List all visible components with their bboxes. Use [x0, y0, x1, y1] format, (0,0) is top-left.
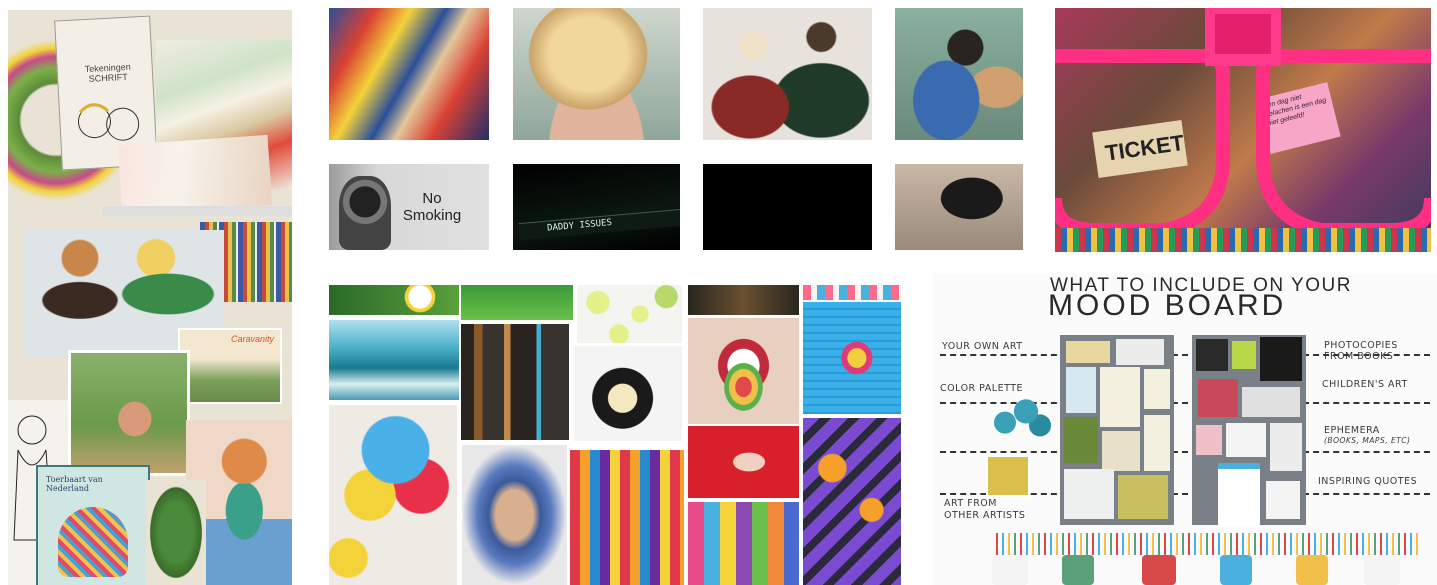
- guide-line-3: [940, 451, 1430, 453]
- infographic-title-line2: MOOD BOARD: [1048, 289, 1287, 322]
- pink-sunglasses: [1055, 8, 1431, 237]
- pan-food-photo: [574, 346, 682, 441]
- pencil-cup: [1296, 555, 1328, 585]
- board-card: [1066, 341, 1110, 363]
- restaurant-photo: [461, 324, 569, 440]
- board-card: [1066, 367, 1096, 413]
- smoker-silhouette: [339, 176, 391, 250]
- rainbow-tongue-photo: [688, 318, 799, 424]
- plant-photo: [146, 480, 206, 585]
- board-card: [1118, 475, 1168, 519]
- board-card: [1064, 469, 1114, 519]
- board-card: [1226, 423, 1266, 457]
- blue-paint-face-photo: [462, 445, 567, 585]
- label-other-artists: OTHER ARTISTS: [944, 510, 1026, 521]
- board-card: [1242, 387, 1300, 417]
- board-card: [1144, 415, 1170, 471]
- tv-title: DADDY ISSUES: [546, 217, 613, 234]
- skateboard-still: [895, 164, 1023, 250]
- board-card: [1116, 339, 1164, 365]
- pencil-cup: [1142, 555, 1176, 585]
- label-photocopies: PHOTOCOPIES: [1324, 340, 1398, 351]
- pencil-cup: [1364, 551, 1400, 585]
- blue-wall-photo: [803, 302, 901, 414]
- board-card: [1196, 339, 1228, 371]
- corkboard-left: [1060, 335, 1174, 525]
- label-your-own-art: YOUR OWN ART: [942, 341, 1023, 352]
- board-card: [1260, 337, 1302, 381]
- board-card: [1144, 369, 1170, 409]
- balloons-photo: [329, 405, 457, 585]
- drip-paint-face-photo: [570, 450, 684, 585]
- label-childrens-art: CHILDREN'S ART: [1322, 379, 1408, 390]
- caravan-card: Caravanity: [178, 328, 282, 404]
- pencil-cup: [1220, 555, 1252, 585]
- label-ephemera: EPHEMERA: [1324, 425, 1380, 436]
- board-card: [1102, 431, 1140, 471]
- board-card: [1064, 417, 1098, 463]
- board-card: [1270, 423, 1302, 471]
- popsicles-photo: [803, 418, 901, 585]
- label-art-from: ART FROM: [944, 498, 997, 509]
- label-ephemera-detail: (BOOKS, MAPS, ETC): [1324, 436, 1411, 445]
- caravan-card-text: Caravanity: [230, 334, 274, 344]
- hula-hoop-photo: [68, 350, 190, 476]
- lemons-photo: [577, 285, 682, 343]
- black-still: [703, 164, 872, 250]
- grass-photo: [461, 285, 573, 320]
- board-card: [1266, 481, 1300, 519]
- pencil-cups: [992, 533, 1422, 585]
- pencils: [992, 533, 1422, 555]
- notebook-cover-text: Tekeningen SCHRIFT: [84, 61, 131, 84]
- daisy-photo: [329, 285, 459, 315]
- mood-board-infographic: WHAT TO INCLUDE ON YOUR MOOD BOARD YOUR …: [932, 273, 1437, 585]
- tv-overlay-bar: DADDY ISSUES: [518, 208, 680, 241]
- label-inspiring-quotes: INSPIRING QUOTES: [1318, 476, 1418, 487]
- shelf-divider: [103, 206, 292, 216]
- map-book-title: Toerbaart van Nederland: [46, 475, 103, 493]
- museum-couple-photo: [703, 8, 872, 140]
- striped-photo: [803, 285, 901, 300]
- book-cards: [117, 134, 273, 216]
- board-card: [1218, 463, 1260, 527]
- pencils-strip: [1055, 228, 1431, 252]
- fair-illustration: [58, 507, 128, 577]
- small-art-card: [986, 455, 1030, 497]
- board-card: [1100, 367, 1140, 427]
- tv-still: DADDY ISSUES: [513, 164, 680, 250]
- no-smoking-still: No Smoking: [329, 164, 489, 250]
- corkboard-right: [1192, 335, 1306, 527]
- label-from-books: FROM BOOKS: [1324, 351, 1394, 362]
- pencil-cup: [1062, 555, 1094, 585]
- comic-photo: [329, 8, 489, 140]
- macarons-photo: [688, 502, 799, 585]
- no-smoking-sign: No Smoking: [402, 190, 462, 224]
- board-card: [1198, 379, 1238, 417]
- boy-with-dog-photo: [895, 8, 1023, 140]
- map-book: Toerbaart van Nederland: [36, 465, 150, 585]
- board-card: [1196, 425, 1222, 455]
- pencil-cup: [992, 551, 1028, 585]
- blonde-hair-photo: [513, 8, 680, 140]
- sunglasses-collage: TICKET Een dag niet gelachen is een dag …: [1055, 8, 1431, 252]
- board-card: [1232, 341, 1256, 369]
- cactus-art: [984, 389, 1054, 445]
- dark-food-photo: [688, 285, 799, 315]
- red-bracelet-photo: [688, 426, 799, 498]
- magazine-collage: Tekeningen SCHRIFT Caravanity Toerbaart …: [8, 10, 292, 585]
- ocean-wave-photo: [329, 320, 459, 400]
